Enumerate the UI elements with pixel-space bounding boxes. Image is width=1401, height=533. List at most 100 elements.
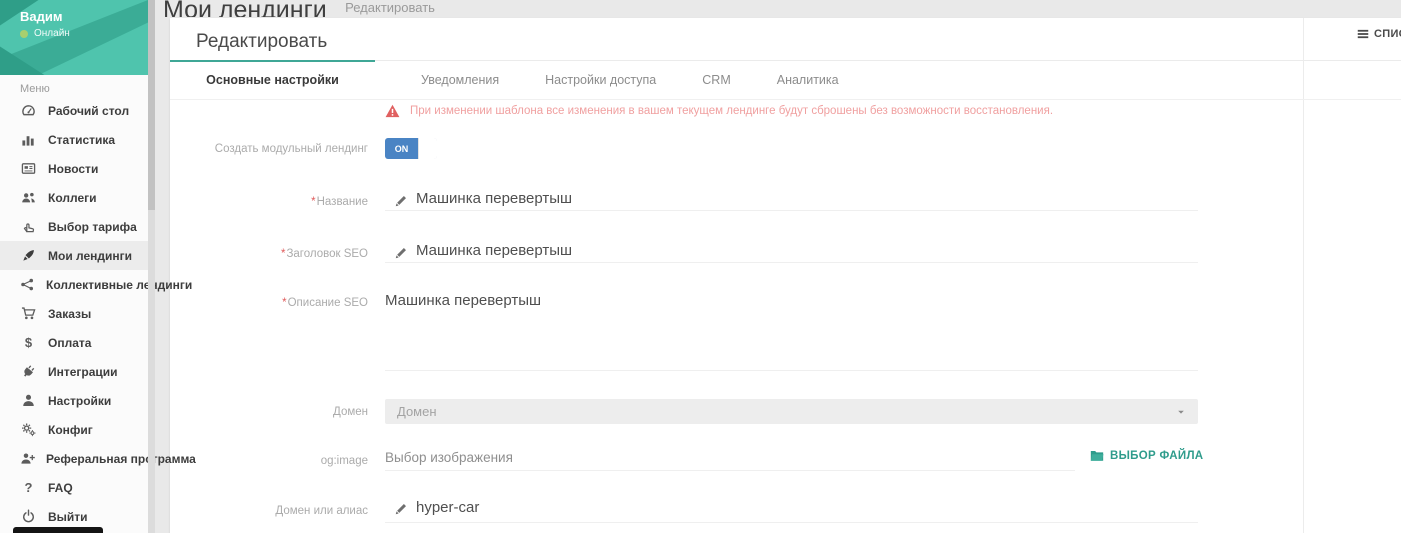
title-field-label: *Название [170, 196, 368, 208]
sidebar-item-my-landings[interactable]: Мои лендинги [0, 241, 148, 270]
sidebar-item-integrations[interactable]: Интеграции [0, 357, 148, 386]
modular-toggle-label: Создать модульный лендинг [170, 143, 368, 155]
active-tab-indicator [170, 60, 375, 62]
input-underline [385, 262, 1198, 263]
alias-field-label: Домен или алиас [170, 505, 368, 517]
required-mark: * [282, 297, 286, 309]
tab-analytics[interactable]: Аналитика [777, 73, 839, 87]
domain-select-label: Домен [170, 406, 368, 418]
sidebar-item-settings[interactable]: Настройки [0, 386, 148, 415]
sidebar-item-label: Выйти [48, 510, 88, 524]
sidebar-item-label: Реферальная программа [46, 452, 196, 466]
bottom-bar [13, 527, 103, 533]
sidebar-item-label: Выбор тарифа [48, 220, 137, 234]
list-button[interactable]: СПИСОК [1357, 28, 1401, 40]
landing-icon [20, 248, 37, 263]
gears-icon [20, 422, 37, 437]
choose-file-button[interactable]: ВЫБОР ФАЙЛА [1090, 450, 1203, 462]
domain-select[interactable]: Домен [385, 399, 1198, 424]
hand-pointer-icon [20, 219, 37, 234]
sidebar-item-label: Оплата [48, 336, 91, 350]
news-icon [20, 161, 37, 176]
sidebar-item-label: Коллективные лендинги [46, 278, 192, 292]
warning-text: При изменении шаблона все изменения в ва… [410, 105, 1053, 117]
sidebar-item-orders[interactable]: Заказы [0, 299, 148, 328]
page-header: Мои лендинги Редактировать [163, 0, 1401, 17]
pencil-icon [394, 246, 408, 260]
sidebar-item-news[interactable]: Новости [0, 154, 148, 183]
pencil-icon [394, 502, 408, 516]
choose-file-label: ВЫБОР ФАЙЛА [1110, 450, 1203, 462]
folder-icon [1090, 450, 1104, 462]
toggle-on-label: ON [385, 138, 418, 159]
sidebar-item-label: Заказы [48, 307, 91, 321]
alias-field-input[interactable]: hyper-car [416, 499, 479, 516]
sidebar-item-faq[interactable]: ? FAQ [0, 473, 148, 502]
sidebar-item-label: Настройки [48, 394, 111, 408]
sidebar-scrollbar-thumb[interactable] [148, 0, 155, 210]
sidebar: Вадим Онлайн Меню Рабочий стол Статистик… [0, 0, 155, 533]
required-mark: * [281, 248, 285, 260]
input-underline [385, 210, 1198, 211]
tab-crm[interactable]: CRM [702, 73, 730, 87]
modular-landing-toggle[interactable]: ON [385, 138, 437, 159]
menu-section-label: Меню [20, 83, 50, 95]
caret-down-icon [1176, 407, 1186, 417]
toggle-knob [418, 138, 437, 159]
template-warning: При изменении шаблона все изменения в ва… [385, 104, 1053, 118]
seo-title-field-input[interactable]: Машинка перевертыш [416, 242, 572, 259]
list-icon [1357, 28, 1369, 40]
edit-card: Редактировать СПИСОК Основные настройки … [170, 18, 1401, 533]
sidebar-item-label: Новости [48, 162, 98, 176]
user-icon [20, 393, 37, 408]
sidebar-item-tariff[interactable]: Выбор тарифа [0, 212, 148, 241]
dashboard-icon [20, 103, 37, 118]
title-field-input[interactable]: Машинка перевертыш [416, 190, 572, 207]
user-status: Онлайн [20, 28, 70, 39]
input-underline [385, 522, 1198, 523]
question-icon: ? [20, 481, 37, 494]
page-title: Мои лендинги [163, 0, 327, 17]
sidebar-item-payment[interactable]: $ Оплата [0, 328, 148, 357]
input-underline [385, 470, 1075, 471]
profile-header: Вадим Онлайн [0, 0, 148, 75]
seo-description-textarea[interactable]: Машинка перевертыш [385, 292, 541, 309]
online-status-dot [20, 30, 28, 38]
tab-bar: Основные настройки Уведомления Настройки… [170, 60, 1401, 100]
users-icon [20, 190, 37, 205]
sidebar-item-colleagues[interactable]: Коллеги [0, 183, 148, 212]
required-mark: * [311, 196, 315, 208]
sidebar-item-label: Рабочий стол [48, 104, 129, 118]
domain-select-value: Домен [397, 404, 1176, 419]
og-image-input[interactable]: Выбор изображения [385, 450, 513, 465]
sidebar-item-statistics[interactable]: Статистика [0, 125, 148, 154]
online-status-label: Онлайн [34, 28, 70, 39]
cart-icon [20, 306, 37, 321]
dollar-icon: $ [20, 336, 37, 349]
sidebar-item-collective-landings[interactable]: Коллективные лендинги [0, 270, 148, 299]
sidebar-item-label: Мои лендинги [48, 249, 132, 263]
pencil-icon [394, 194, 408, 208]
tab-main-settings[interactable]: Основные настройки [170, 73, 375, 87]
power-icon [20, 509, 37, 524]
plug-icon [20, 364, 37, 379]
tab-notifications[interactable]: Уведомления [421, 73, 499, 87]
sidebar-item-label: Статистика [48, 133, 115, 147]
card-title: Редактировать [196, 31, 327, 53]
sidebar-item-config[interactable]: Конфиг [0, 415, 148, 444]
sidebar-item-label: FAQ [48, 481, 73, 495]
sidebar-item-dashboard[interactable]: Рабочий стол [0, 96, 148, 125]
seo-title-field-label: *Заголовок SEO [170, 248, 368, 260]
og-image-field-label: og:image [170, 455, 368, 467]
bar-chart-icon [20, 132, 37, 147]
user-name: Вадим [20, 9, 62, 24]
warning-icon [385, 104, 400, 118]
tab-access-settings[interactable]: Настройки доступа [545, 73, 656, 87]
sidebar-scrollbar[interactable] [148, 0, 155, 533]
sidebar-item-label: Коллеги [48, 191, 97, 205]
list-button-label: СПИСОК [1374, 28, 1401, 40]
share-icon [20, 277, 35, 292]
breadcrumb: Редактировать [345, 0, 435, 15]
sidebar-item-referral[interactable]: Реферальная программа [0, 444, 148, 473]
sidebar-item-label: Конфиг [48, 423, 93, 437]
